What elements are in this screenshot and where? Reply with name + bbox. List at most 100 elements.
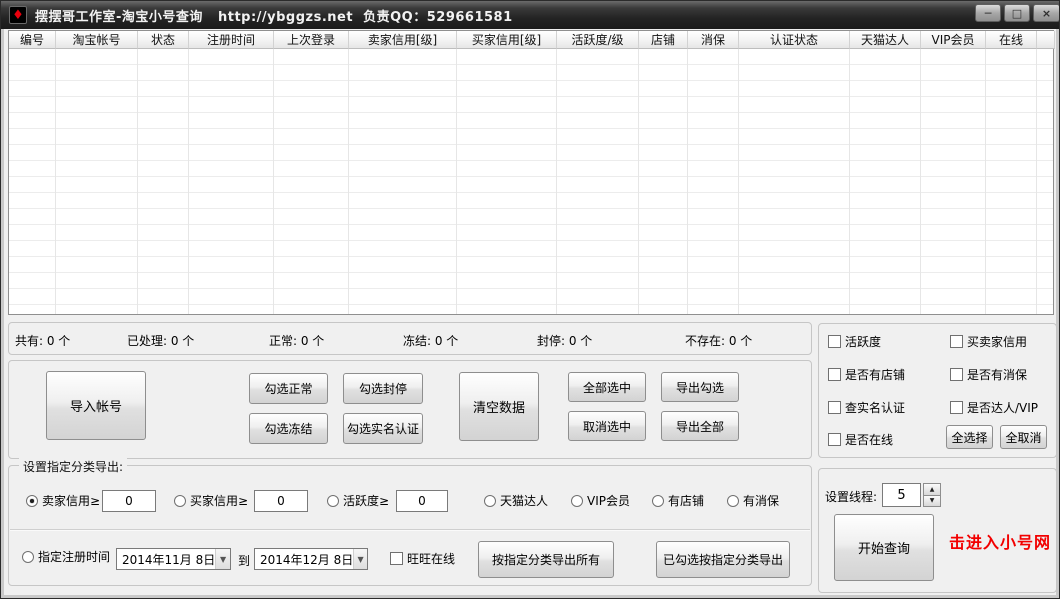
- checkbox-ww-online[interactable]: 旺旺在线: [390, 550, 455, 567]
- option-checkbox-3[interactable]: 是否有店铺: [828, 366, 905, 383]
- table-row: [9, 289, 1053, 305]
- export-threshold-input-3[interactable]: 0: [396, 490, 448, 512]
- clear-data-button[interactable]: 清空数据: [459, 372, 539, 441]
- column-header-5[interactable]: 上次登录: [274, 31, 349, 49]
- column-gridline: [137, 49, 138, 314]
- checkbox-label: 是否达人/VIP: [967, 399, 1038, 416]
- check-frozen-button[interactable]: 勾选冻结: [249, 413, 328, 444]
- spin-down-icon[interactable]: ▼: [923, 496, 941, 508]
- option-checkbox-5[interactable]: 查实名认证: [828, 399, 905, 416]
- checkbox-label: 买卖家信用: [967, 333, 1027, 350]
- column-header-4[interactable]: 注册时间: [189, 31, 274, 49]
- column-header-2[interactable]: 淘宝帐号: [56, 31, 138, 49]
- export-threshold-input-1[interactable]: 0: [102, 490, 156, 512]
- checkbox-icon: [390, 552, 403, 565]
- column-header-8[interactable]: 活跃度/级: [557, 31, 639, 49]
- export-checked-button[interactable]: 导出勾选: [661, 372, 739, 402]
- radio-icon: [26, 495, 38, 507]
- radio-label: 指定注册时间: [38, 548, 110, 565]
- options-deselect-all-button[interactable]: 全取消: [1000, 425, 1047, 449]
- date-from-picker[interactable]: 2014年11月 8日 ▼: [116, 548, 231, 570]
- import-accounts-button[interactable]: 导入帐号: [46, 371, 146, 440]
- export-radio-1[interactable]: 卖家信用≥: [26, 492, 100, 509]
- export-radio-2[interactable]: 买家信用≥: [174, 492, 248, 509]
- status-count-1: 共有: 0 个: [15, 332, 70, 349]
- column-header-13[interactable]: VIP会员: [921, 31, 986, 49]
- column-header-1[interactable]: 编号: [9, 31, 56, 49]
- radio-icon: [484, 495, 496, 507]
- export-checked-by-type-button[interactable]: 已勾选按指定分类导出: [656, 541, 790, 578]
- column-gridline: [1036, 49, 1037, 314]
- column-header-3[interactable]: 状态: [138, 31, 189, 49]
- export-all-by-type-button[interactable]: 按指定分类导出所有: [478, 541, 614, 578]
- column-gridline: [920, 49, 921, 314]
- table-row: [9, 145, 1053, 161]
- title-bar: ♦ 摆摆哥工作室-淘宝小号查询 http://ybggzs.net 负责QQ：5…: [1, 1, 1060, 29]
- date-to-picker[interactable]: 2014年12月 8日 ▼: [254, 548, 368, 570]
- table-row: [9, 273, 1053, 289]
- maximize-button[interactable]: □: [1004, 4, 1030, 22]
- export-panel-title: 设置指定分类导出:: [19, 458, 127, 475]
- close-button[interactable]: ×: [1033, 4, 1060, 22]
- radio-icon: [571, 495, 583, 507]
- export-all-button[interactable]: 导出全部: [661, 411, 739, 441]
- column-header-7[interactable]: 买家信用[级]: [457, 31, 557, 49]
- column-header-14[interactable]: 在线: [986, 31, 1037, 49]
- checkbox-icon: [950, 401, 963, 414]
- status-count-3: 正常: 0 个: [269, 332, 324, 349]
- option-checkbox-7[interactable]: 是否在线: [828, 431, 893, 448]
- column-gridline: [456, 49, 457, 314]
- column-header-filler: [1037, 31, 1055, 49]
- column-header-11[interactable]: 认证状态: [739, 31, 850, 49]
- chevron-down-icon[interactable]: ▼: [353, 549, 367, 569]
- radio-icon: [727, 495, 739, 507]
- radio-label: 活跃度≥: [343, 492, 389, 509]
- thread-count-stepper: ▲ ▼: [923, 483, 941, 507]
- export-radio-6[interactable]: 有店铺: [652, 492, 704, 509]
- option-checkbox-4[interactable]: 是否有消保: [950, 366, 1027, 383]
- date-to-value: 2014年12月 8日: [255, 551, 353, 568]
- export-radio-4[interactable]: 天猫达人: [484, 492, 548, 509]
- table-row: [9, 161, 1053, 177]
- select-all-button[interactable]: 全部选中: [568, 372, 646, 402]
- option-checkbox-2[interactable]: 买卖家信用: [950, 333, 1027, 350]
- date-from-value: 2014年11月 8日: [117, 551, 215, 568]
- checkbox-icon: [828, 401, 841, 414]
- deselect-button[interactable]: 取消选中: [568, 411, 646, 441]
- promo-link[interactable]: 击进入小号网: [949, 529, 1051, 553]
- thread-count-input[interactable]: 5: [882, 483, 921, 507]
- radio-label: 卖家信用≥: [42, 492, 100, 509]
- table-body: [9, 49, 1053, 314]
- to-label: 到: [238, 552, 250, 569]
- export-radio-7[interactable]: 有消保: [727, 492, 779, 509]
- panel-divider: [10, 529, 810, 530]
- column-gridline: [638, 49, 639, 314]
- chevron-down-icon[interactable]: ▼: [215, 549, 230, 569]
- column-header-6[interactable]: 卖家信用[级]: [349, 31, 457, 49]
- column-header-9[interactable]: 店铺: [639, 31, 688, 49]
- check-verified-button[interactable]: 勾选实名认证: [343, 413, 423, 444]
- minimize-button[interactable]: ─: [975, 4, 1001, 22]
- checkbox-label: 查实名认证: [845, 399, 905, 416]
- export-threshold-input-2[interactable]: 0: [254, 490, 308, 512]
- column-gridline: [273, 49, 274, 314]
- checkbox-icon: [950, 335, 963, 348]
- start-query-button[interactable]: 开始查询: [834, 514, 934, 581]
- spin-up-icon[interactable]: ▲: [923, 483, 941, 496]
- option-checkbox-6[interactable]: 是否达人/VIP: [950, 399, 1038, 416]
- check-normal-button[interactable]: 勾选正常: [249, 373, 328, 404]
- table-row: [9, 209, 1053, 225]
- check-banned-button[interactable]: 勾选封停: [343, 373, 423, 404]
- export-radio-5[interactable]: VIP会员: [571, 492, 630, 509]
- options-select-all-button[interactable]: 全选择: [946, 425, 993, 449]
- column-header-12[interactable]: 天猫达人: [850, 31, 921, 49]
- checkbox-label: 是否有店铺: [845, 366, 905, 383]
- table-row: [9, 305, 1053, 314]
- diamond-icon: ♦: [12, 9, 24, 22]
- option-checkbox-1[interactable]: 活跃度: [828, 333, 881, 350]
- radio-reg-time[interactable]: 指定注册时间: [22, 548, 110, 565]
- column-header-10[interactable]: 消保: [688, 31, 739, 49]
- table-row: [9, 193, 1053, 209]
- app-icon: ♦: [9, 6, 27, 24]
- export-radio-3[interactable]: 活跃度≥: [327, 492, 389, 509]
